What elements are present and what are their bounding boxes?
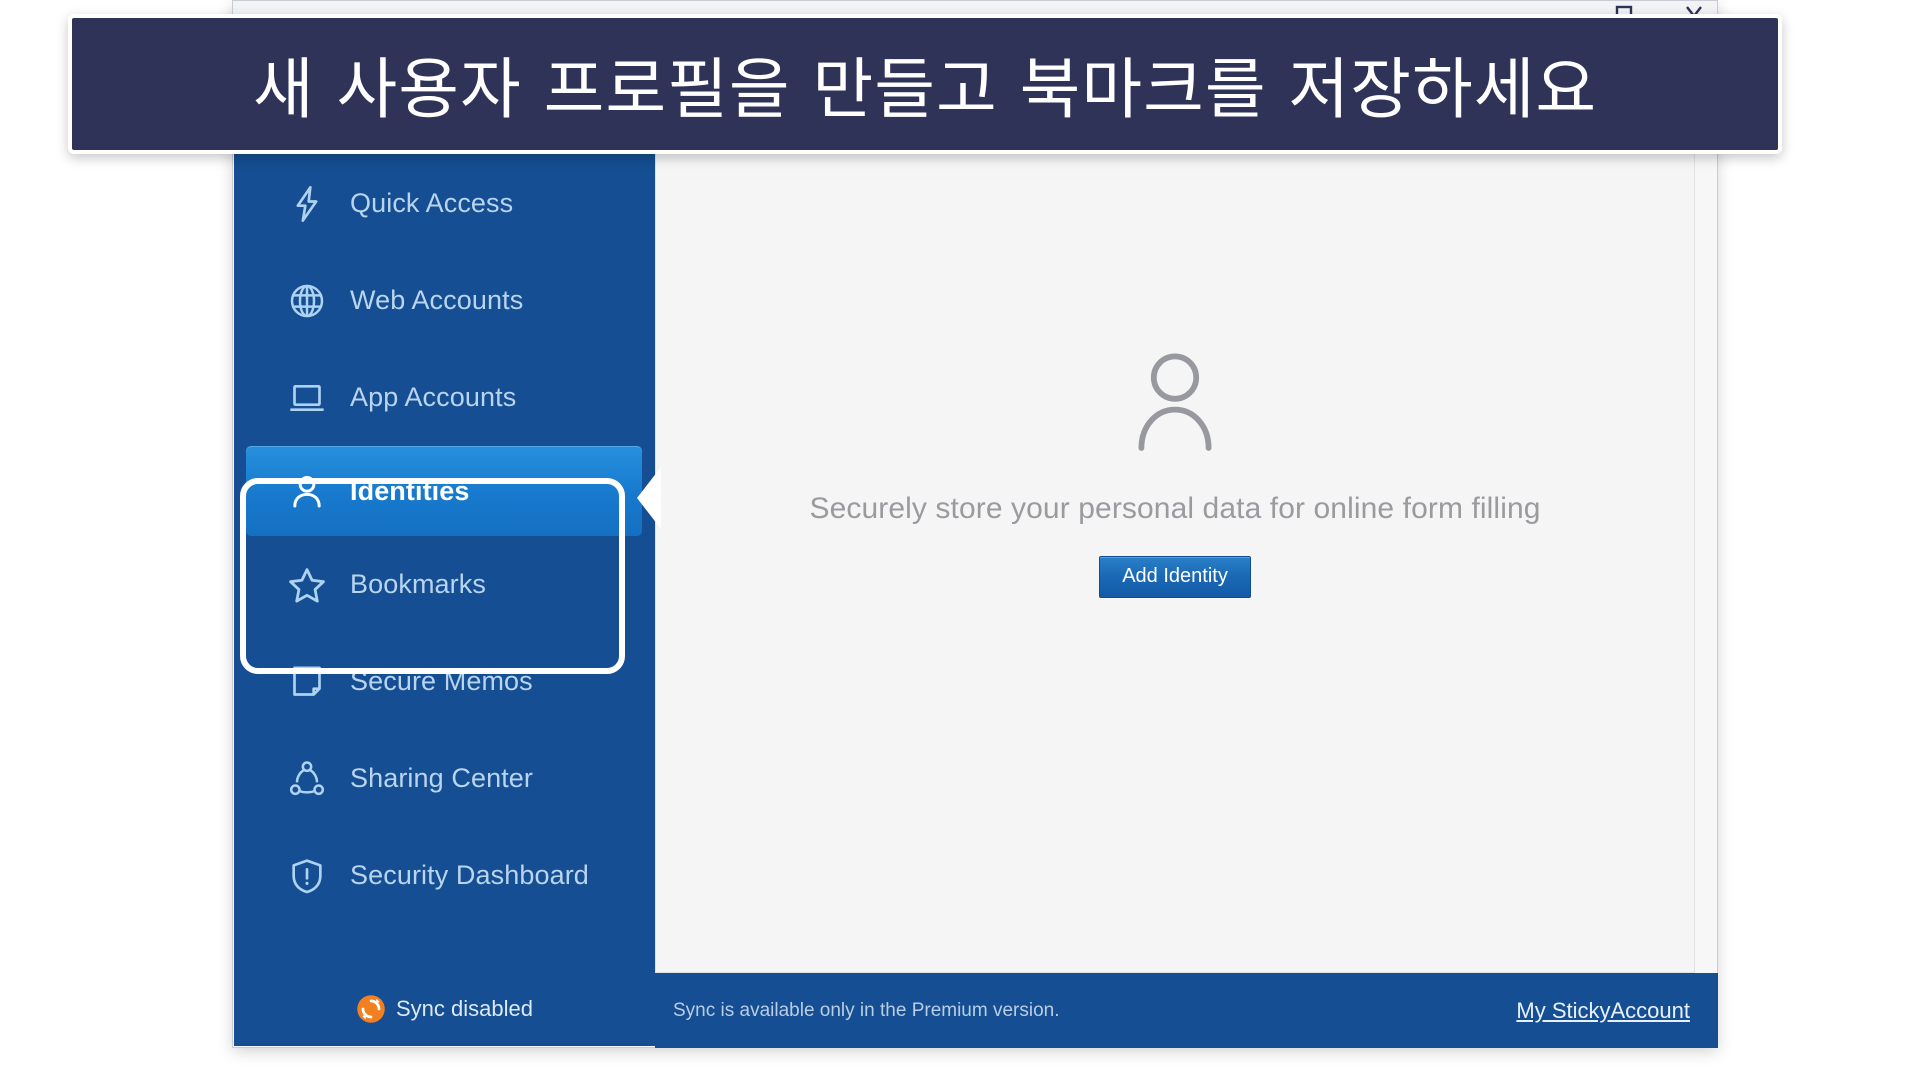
shield-alert-icon (286, 855, 328, 897)
sidebar-item-identities[interactable]: Identities (246, 446, 642, 536)
my-stickyaccount-link[interactable]: My StickyAccount (1516, 998, 1690, 1024)
person-outline-icon (1127, 348, 1223, 452)
sidebar-item-label: Security Dashboard (350, 860, 589, 890)
sidebar-item-label: Sharing Center (350, 763, 534, 793)
status-bar: Sync is available only in the Premium ve… (655, 973, 1718, 1048)
sidebar-nav: Quick Access Web Accounts App Accounts I… (234, 155, 655, 924)
sidebar-item-label: Bookmarks (350, 569, 486, 599)
sidebar-item-label: Secure Memos (350, 666, 533, 696)
sidebar-item-sharing-center[interactable]: Sharing Center (234, 730, 655, 827)
instruction-banner-text: 새 사용자 프로필을 만들고 북마크를 저장하세요 (252, 51, 1598, 128)
status-bar-message: Sync is available only in the Premium ve… (673, 999, 1060, 1021)
sidebar: Quick Access Web Accounts App Accounts I… (234, 27, 655, 1046)
person-icon (286, 470, 328, 512)
instruction-banner: 새 사용자 프로필을 만들고 북마크를 저장하세요 (68, 14, 1782, 154)
sidebar-item-quick-access[interactable]: Quick Access (234, 155, 655, 252)
sidebar-item-secure-memos[interactable]: Secure Memos (234, 633, 655, 730)
sidebar-item-app-accounts[interactable]: App Accounts (234, 349, 655, 446)
sidebar-item-label: Identities (350, 475, 470, 506)
sync-status[interactable]: Sync disabled (234, 972, 655, 1046)
main-content: Securely store your personal data for on… (655, 29, 1695, 973)
empty-state-message: Securely store your personal data for on… (809, 492, 1541, 525)
sidebar-item-bookmarks[interactable]: Bookmarks (234, 536, 655, 633)
sidebar-item-label: App Accounts (350, 382, 517, 412)
lightning-bolt-icon (286, 183, 328, 225)
note-icon (286, 661, 328, 703)
application-window: Quick Access Web Accounts App Accounts I… (232, 0, 1718, 1048)
add-identity-button[interactable]: Add Identity (1099, 556, 1251, 598)
sidebar-item-web-accounts[interactable]: Web Accounts (234, 252, 655, 349)
globe-icon (286, 280, 328, 322)
sidebar-item-security-dashboard[interactable]: Security Dashboard (234, 827, 655, 924)
laptop-icon (286, 377, 328, 419)
star-icon (286, 564, 328, 606)
sync-icon (356, 994, 386, 1024)
identities-empty-state: Securely store your personal data for on… (656, 30, 1694, 972)
sync-status-label: Sync disabled (396, 996, 533, 1021)
sidebar-item-label: Quick Access (350, 188, 514, 218)
active-item-pointer-icon (637, 467, 661, 529)
share-network-icon (286, 758, 328, 800)
sidebar-item-label: Web Accounts (350, 285, 524, 315)
